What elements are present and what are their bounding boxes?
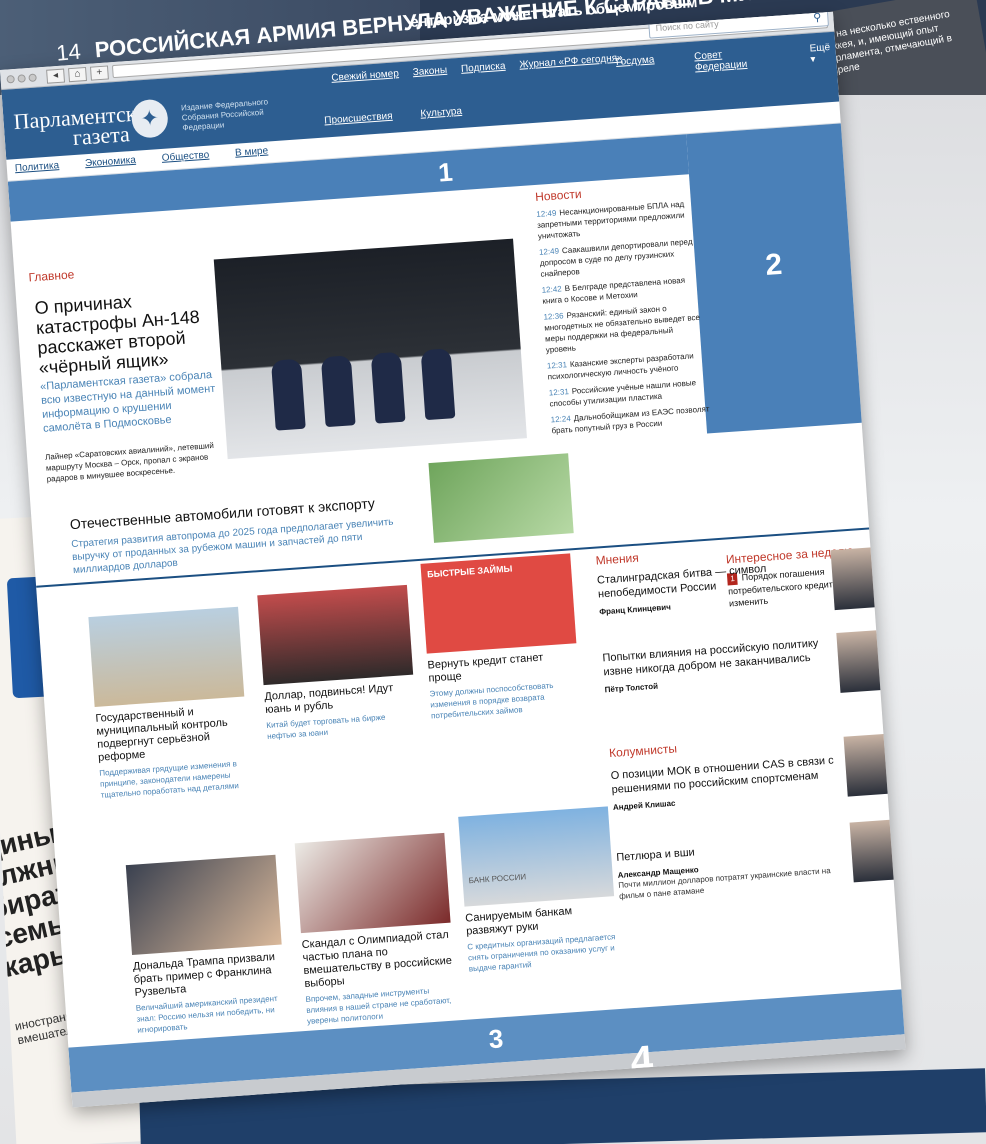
main-section-label: Главное [28, 267, 75, 285]
zone-3-label: 3 [487, 1023, 505, 1055]
news-item[interactable]: 12:36 Рязанский: единый закон о многодетн… [543, 301, 706, 356]
photo-collage: 14 РОССИЙСКАЯ АРМИЯ ВЕРНУЛА УВАЖЕНИЕ К С… [0, 0, 986, 1144]
card-title: Дональда Трампа призвали брать пример с … [132, 951, 276, 999]
nav-journal[interactable]: Журнал «РФ сегодня» [519, 53, 623, 71]
nav-culture[interactable]: Культура [420, 106, 462, 120]
article-card[interactable]: БЫСТРЫЕ ЗАЙМЫ Вернуть кредит станет прощ… [420, 553, 581, 721]
nav-fresh-issue[interactable]: Свежий номер [331, 68, 399, 84]
card-lead: Поддерживая грядущие изменения в принцип… [98, 759, 240, 800]
section-politics[interactable]: Политика [15, 160, 60, 176]
nav-gosduma[interactable]: Госдума [616, 54, 656, 79]
news-text: В Белграде представлена новая книга о Ко… [542, 275, 686, 306]
article-card[interactable]: БАНК РОССИИ Санируемым банкам развяжут р… [458, 806, 619, 974]
browser-window: ◂ ⌂ + Поиск по сайту ⚲ Парламентская газ… [0, 11, 906, 1108]
news-text: Саакашвили депортировали перед допросом … [539, 237, 693, 279]
header-sections-nav: Происшествия Культура [324, 106, 462, 127]
main-article-lead[interactable]: «Парламентская газета» собрала всю извес… [40, 367, 223, 435]
main-article-title[interactable]: О причинах катастрофы Ан-148 расскажет в… [34, 286, 219, 378]
opinion-author-photo[interactable] [836, 629, 887, 693]
photo-figure [420, 348, 456, 421]
news-text: Казанские эксперты разработали психологи… [547, 351, 694, 382]
news-time: 12:36 [543, 311, 564, 322]
right-nav: Госдума Совет Федерации Ещё ▾ [616, 42, 837, 79]
card-photo: БАНК РОССИИ [458, 806, 615, 907]
news-item[interactable]: 12:49 Саакашвили депортировали перед допр… [539, 236, 701, 280]
section-economy[interactable]: Экономика [85, 155, 137, 172]
article-card[interactable]: Дональда Трампа призвали брать пример с … [125, 854, 288, 1036]
card-photo [88, 606, 245, 707]
background-page-number: 14 [55, 38, 82, 66]
card-photo-text: БАНК РОССИИ [468, 872, 527, 886]
opinion-author-photo[interactable] [830, 547, 881, 611]
card-photo [294, 832, 451, 934]
card-photo [125, 854, 282, 955]
news-time: 12:31 [546, 360, 568, 371]
card-photo: БЫСТРЫЕ ЗАЙМЫ [420, 553, 577, 654]
photo-figure [370, 351, 406, 424]
opinion-item[interactable]: Попытки влияния на российскую политику и… [602, 635, 834, 694]
nav-laws[interactable]: Законы [412, 65, 447, 78]
window-zoom-dot-icon[interactable] [28, 72, 37, 82]
news-time: 12:49 [536, 208, 557, 219]
news-list: 12:49 Несанкционированные БПЛА над запрет… [536, 198, 712, 442]
nav-incidents[interactable]: Происшествия [324, 111, 393, 127]
opinion-item[interactable]: Сталинградская битва — символ непобедимо… [597, 558, 829, 617]
home-icon[interactable]: ⌂ [68, 66, 87, 82]
news-section-label: Новости [534, 186, 582, 204]
news-text: Рязанский: единый закон о многодетных не… [544, 304, 701, 355]
search-icon[interactable]: ⚲ [813, 12, 822, 24]
add-tab-button[interactable]: + [89, 64, 109, 81]
main-article-photo[interactable] [213, 238, 527, 460]
window-close-dot-icon[interactable] [6, 74, 15, 84]
publisher-text: Издание Федерального Собрания Российской… [180, 97, 269, 133]
card-photo [257, 584, 414, 686]
columnist-item[interactable]: О позиции МОК в отношении CAS в связи с … [610, 753, 842, 812]
card-photo-text: БЫСТРЫЕ ЗАЙМЫ [426, 563, 513, 580]
photo-figure [320, 355, 356, 428]
news-item[interactable]: 12:24 Дальнобойщикам из ЕАЭС позволят бра… [550, 403, 711, 436]
nav-sovfed[interactable]: Совет Федерации [694, 46, 771, 74]
section-world[interactable]: В мире [235, 146, 269, 161]
article-card[interactable]: Доллар, подвинься! Идут юань и рубль Кит… [257, 584, 417, 742]
opinions-section-label: Мнения [595, 550, 640, 568]
columnist-photo[interactable] [849, 819, 900, 883]
article-card[interactable]: Скандал с Олимпиадой стал частью плана п… [294, 832, 457, 1027]
auto-article-photo[interactable] [428, 453, 574, 543]
card-lead: С кредитных организаций предлагается сня… [467, 932, 616, 974]
columnists-section-label: Колумнисты [608, 741, 678, 761]
news-text: Российские учёные нашли новые способы ут… [549, 378, 697, 409]
news-time: 12:31 [548, 387, 570, 398]
eagle-emblem-icon: ✦ [130, 98, 170, 139]
card-title: Государственный и муниципальный контроль… [95, 706, 229, 764]
columnist-item[interactable]: Петлюра и вши Александр Мащенко Почти ми… [616, 835, 849, 902]
card-lead: Этому должны поспособствовать изменения … [429, 680, 554, 721]
section-society[interactable]: Общество [161, 150, 209, 166]
news-time: 12:42 [541, 284, 562, 295]
card-lead: Впрочем, западные инструменты влияния в … [305, 986, 452, 1026]
main-content: Главное О причинах катастрофы Ан-148 рас… [8, 123, 906, 1049]
card-title: Скандал с Олимпиадой стал частью плана п… [301, 928, 453, 990]
main-article-caption: Лайнер «Саратовских авиалиний», летевший… [44, 441, 215, 484]
news-time: 12:49 [538, 246, 560, 257]
card-lead: Величайший американский президент знал: … [135, 993, 278, 1035]
columnist-photo[interactable] [843, 733, 894, 797]
news-text: Дальнобойщикам из ЕАЭС позволят брать по… [551, 404, 710, 436]
nav-more-dropdown[interactable]: Ещё ▾ [809, 42, 836, 65]
window-controls [6, 72, 37, 84]
window-minimize-dot-icon[interactable] [17, 73, 26, 83]
news-time: 12:24 [550, 414, 572, 425]
article-card[interactable]: Государственный и муниципальный контроль… [88, 606, 250, 801]
back-button[interactable]: ◂ [46, 68, 65, 84]
news-text: Несанкционированные БПЛА над запретными … [536, 199, 685, 241]
news-item[interactable]: 12:49 Несанкционированные БПЛА над запрет… [536, 198, 698, 242]
photo-figure [270, 358, 306, 431]
nav-subscription[interactable]: Подписка [461, 61, 506, 75]
site-logo-line2[interactable]: газета [72, 121, 130, 150]
